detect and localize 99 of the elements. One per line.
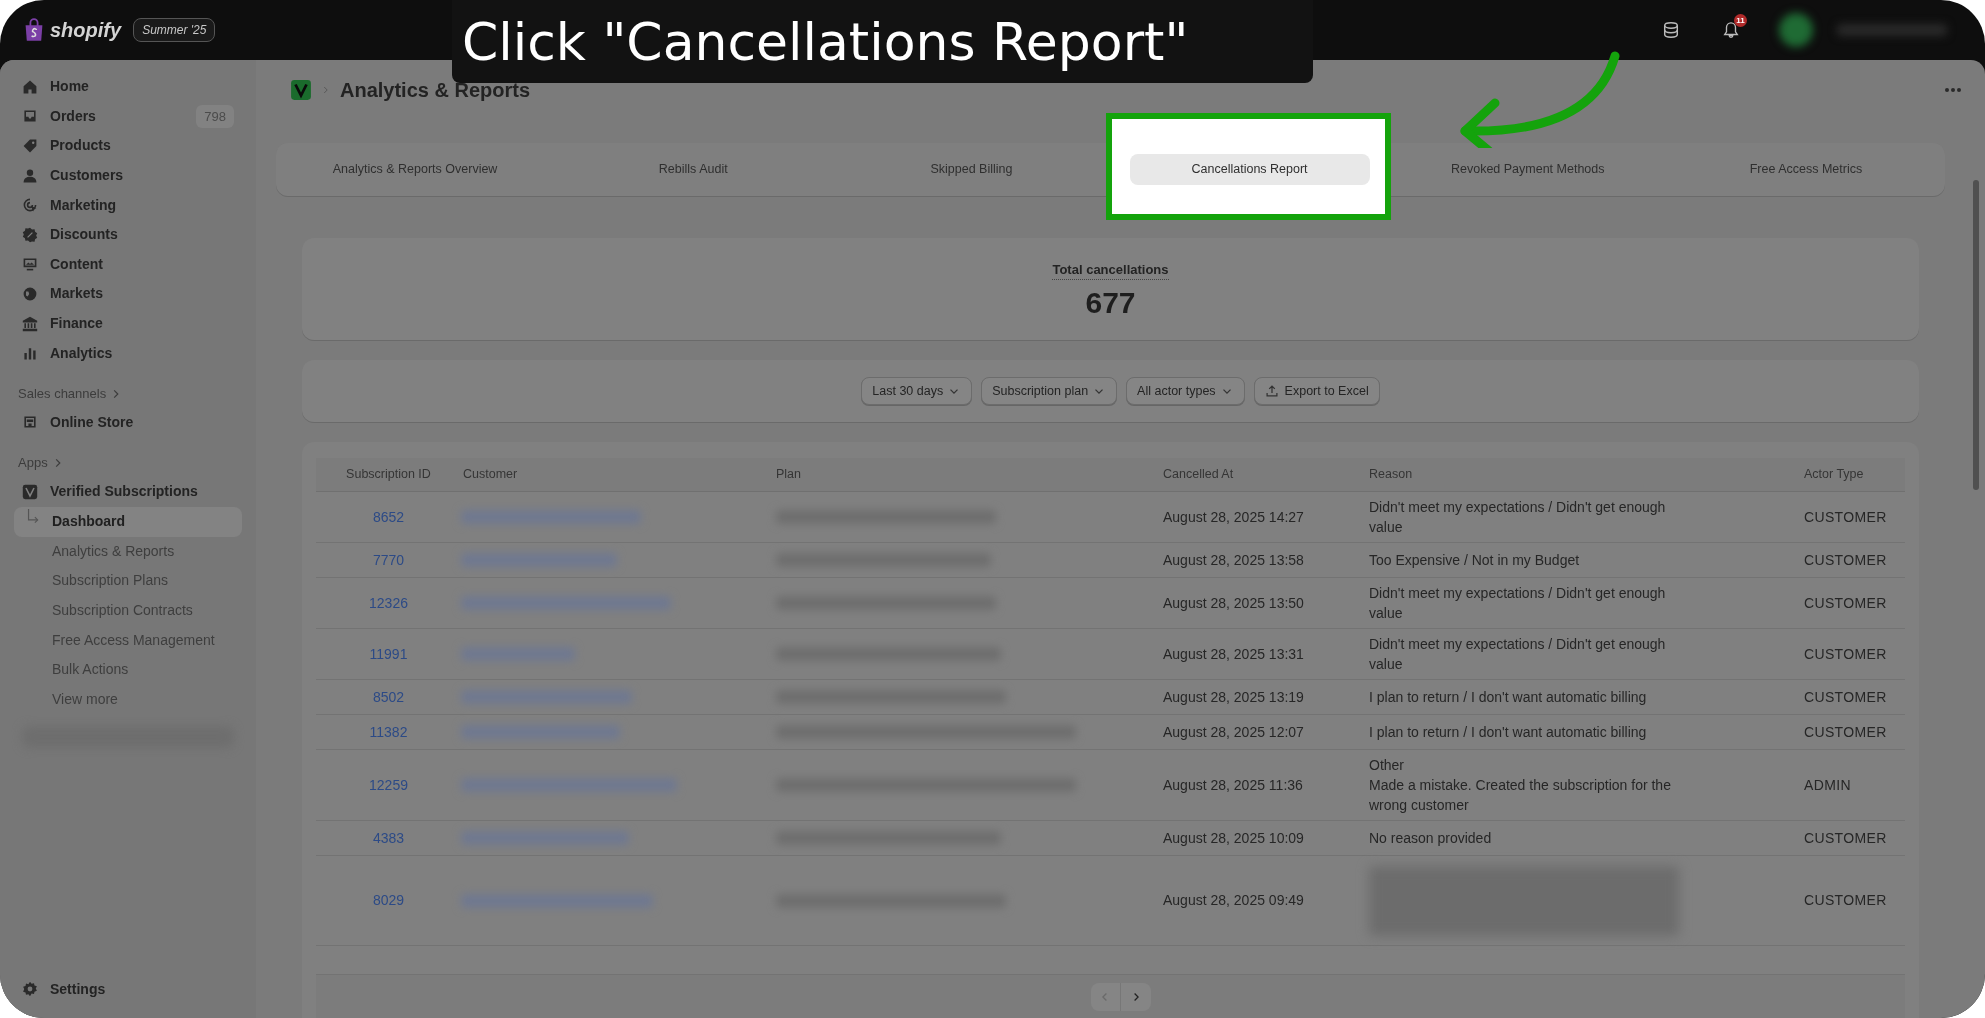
sidebar-item[interactable]: Finance [14,308,242,339]
sidebar-item[interactable]: Verified Subscriptions [14,476,242,507]
column-header: Customer [462,466,519,484]
reason-text: I plan to return / I don't want automatic billing [1369,723,1648,742]
sidebar-subitem[interactable]: Subscription Contracts [14,595,242,626]
sidebar-item[interactable]: Home [14,72,242,102]
table-cell-text: August 28, 2025 13:58 [1163,550,1305,570]
notifications-button[interactable]: 11 [1715,14,1747,46]
sidebar-item[interactable]: Products [14,131,242,161]
table-cell-text: August 28, 2025 09:49 [1163,891,1305,910]
more-dots-icon [1944,87,1962,93]
sidebar-subitem[interactable]: View more [14,684,242,715]
column-header: Plan [776,466,803,484]
subscription-id-link[interactable]: 8029 [316,890,461,911]
sidebar-item[interactable]: Analytics [14,338,242,368]
tag-icon [22,138,38,154]
export-button[interactable]: Export to Excel [1253,377,1380,405]
subscription-id-link[interactable]: 11991 [316,643,461,665]
scrollbar-thumb[interactable] [1973,180,1979,490]
tab[interactable]: Skipped Billing [930,160,1013,179]
column-header: Actor Type [1803,466,1865,484]
table-cell-text: CUSTOMER [1803,550,1888,570]
sidebar-subitem[interactable]: Bulk Actions [14,654,242,685]
table-cell-text: August 28, 2025 11:36 [1163,775,1304,795]
table-cell-text: August 28, 2025 12:07 [1163,722,1305,742]
table-cell-text: CUSTOMER [1803,722,1888,742]
summary-value: 677 [1085,288,1136,319]
inbox-icon [22,108,38,125]
subscription-id-link[interactable]: 12326 [316,592,461,614]
sidebar-subitem[interactable]: Analytics & Reports [14,536,242,567]
column-header: Subscription ID [345,466,432,484]
app-logo-icon [290,79,312,101]
filter-dropdown[interactable]: Subscription plan [981,377,1118,405]
table-cell-text: ADMIN [1803,775,1852,795]
column-header: Cancelled At [1163,466,1235,484]
table-cell-text: August 28, 2025 13:31 [1163,644,1305,664]
table-cell-text: CUSTOMER [1803,828,1888,848]
summary-label: Total cancellations [1052,259,1169,281]
subscription-id-link[interactable]: 8652 [316,506,461,528]
filter-dropdown[interactable]: All actor types [1126,377,1245,405]
bell-icon [1722,21,1740,39]
tab[interactable]: Free Access Metrics [1749,160,1863,179]
notification-count: 11 [1734,14,1747,27]
tab[interactable]: Cancellations Report [1129,154,1370,185]
reason-text: Didn't meet my expectations / Didn't get enough value [1369,584,1667,623]
table-cell-text: CUSTOMER [1803,507,1888,527]
person-icon [22,167,38,184]
table-cell-text: August 28, 2025 13:19 [1163,687,1305,707]
table-cell-text: August 28, 2025 13:50 [1163,593,1305,613]
table-cell-text: August 28, 2025 14:27 [1163,507,1305,527]
filter-dropdown[interactable]: Last 30 days [861,377,973,405]
subscription-id-link[interactable]: 8502 [316,686,461,708]
table-cell-text: CUSTOMER [1803,891,1888,910]
avatar[interactable] [1779,13,1813,47]
edition-badge: Summer '25 [133,18,216,42]
table-cell-text: CUSTOMER [1803,644,1888,664]
database-icon [1662,21,1680,39]
upload-icon [1264,384,1279,398]
reason-text: Didn't meet my expectations / Didn't get enough value [1369,498,1667,537]
gear-icon [22,981,38,997]
subscription-id-link[interactable]: 7770 [316,549,461,571]
target-icon [22,197,38,214]
monitor-icon [22,256,38,273]
reason-text: Other [1369,756,1405,775]
bar-chart-icon [22,345,38,362]
section-heading[interactable]: Apps [18,453,48,473]
reason-text: I plan to return / I don't want automatic billing [1369,688,1648,707]
subscription-id-link[interactable]: 4383 [316,827,461,849]
tab[interactable]: Analytics & Reports Overview [332,160,498,179]
app-logo-icon [22,483,38,500]
sidebar-item[interactable]: Customers [14,160,242,191]
reason-text: No reason provided [1369,829,1493,848]
sidebar-subitem[interactable]: Dashboard [14,506,242,537]
sidebar-item[interactable]: Markets [14,279,242,309]
subscription-id-link[interactable]: 12259 [316,774,461,796]
reason-text: Too Expensive / Not in my Budget [1369,551,1581,570]
table-cell-text: CUSTOMER [1803,687,1888,707]
column-header: Reason [1369,466,1414,484]
sidebar-item[interactable]: Settings [14,974,242,1004]
subscription-id-link[interactable]: 11382 [316,721,461,743]
tutorial-caption: Click "Cancellations Report" [452,0,1313,83]
sidebar-item[interactable]: Marketing [14,190,242,220]
storefront-icon [22,414,38,431]
brand-wordmark: shopify [50,18,122,43]
table-cell-text: August 28, 2025 10:09 [1163,828,1305,848]
sidebar-item[interactable]: Content [14,249,242,280]
sidebar-subitem[interactable]: Free Access Management [14,625,242,655]
reason-text: Made a mistake. Created the subscription for the wrong customer [1369,776,1672,815]
sidebar-item[interactable]: Discounts [14,219,242,250]
table-cell-text: CUSTOMER [1803,593,1888,613]
sidebar-item[interactable]: Online Store [14,407,242,438]
bank-icon [22,315,38,332]
section-heading[interactable]: Sales channels [18,383,107,404]
sidebar-subitem[interactable]: Subscription Plans [14,566,242,596]
tab[interactable]: Revoked Payment Methods [1450,160,1605,179]
house-icon [22,78,38,95]
reason-text: Didn't meet my expectations / Didn't get enough value [1369,635,1667,674]
tab[interactable]: Rebills Audit [658,160,728,179]
percent-badge-icon [22,226,38,243]
